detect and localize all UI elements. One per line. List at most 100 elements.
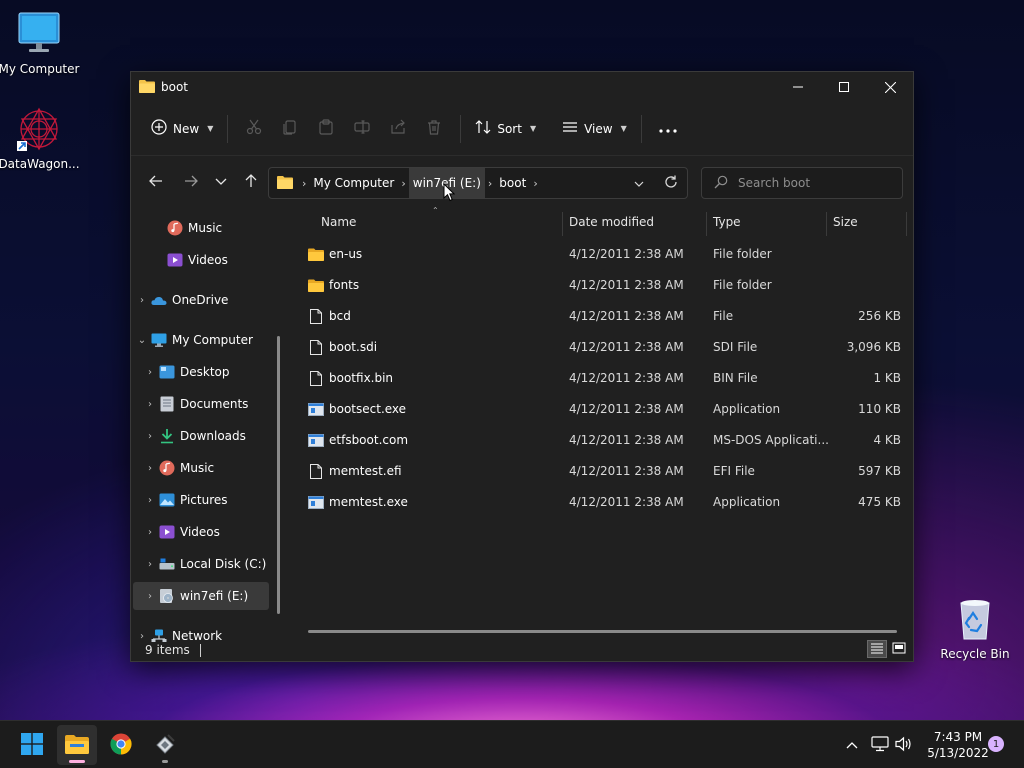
file-row[interactable]: boot.sdi 4/12/2011 2:38 AM SDI File 3,096 K… [303,333,903,361]
chevron-right-icon[interactable]: › [141,559,159,570]
breadcrumb-my-computer[interactable]: My Computer [309,168,398,198]
file-row[interactable]: bootfix.bin 4/12/2011 2:38 AM BIN File 1 KB [303,364,903,392]
file-row[interactable]: memtest.efi 4/12/2011 2:38 AM EFI File 597 … [303,457,903,485]
file-name: bootfix.bin [329,371,394,385]
network-status-button[interactable] [868,721,892,768]
chevron-right-icon[interactable]: › [141,527,159,538]
nav-item-label: Desktop [180,365,230,379]
desktop-icon-datawagon[interactable]: DataWagon... [0,105,81,171]
desktop-icon-recycle-bin[interactable]: Recycle Bin [933,595,1017,661]
taskbar-chrome[interactable] [101,725,141,765]
notification-badge[interactable]: 1 [988,736,1004,752]
chevron-right-icon[interactable]: › [141,495,159,506]
file-date-modified: 4/12/2011 2:38 AM [569,247,684,261]
file-row[interactable]: memtest.exe 4/12/2011 2:38 AM Application 4… [303,488,903,516]
nav-item-music[interactable]: › Music [133,454,269,482]
chevron-right-icon[interactable]: › [299,177,309,190]
column-header-size[interactable]: Size [833,215,858,229]
delete-button[interactable] [416,113,452,145]
address-bar[interactable]: › My Computer › win7efi (E:) › boot › [268,167,688,199]
column-header-name[interactable]: Name [321,215,356,229]
file-size: 4 KB [873,433,901,447]
rename-icon [354,119,370,138]
nav-item-desktop[interactable]: › Desktop [133,358,269,386]
file-name: boot.sdi [329,340,378,354]
running-app-indicator [162,760,168,763]
nav-item-music[interactable]: Music [133,214,269,242]
minimize-button[interactable] [775,72,821,102]
nav-item-documents[interactable]: › Documents [133,390,269,418]
rename-button[interactable] [344,113,380,145]
chevron-right-icon[interactable]: › [485,177,495,190]
forward-button[interactable] [176,167,206,197]
nav-item-downloads[interactable]: › Downloads [133,422,269,450]
copy-icon [282,119,298,138]
copy-button[interactable] [272,113,308,145]
chevron-right-icon[interactable]: › [398,177,408,190]
taskbar-app-tool[interactable] [145,725,185,765]
title-bar[interactable]: boot [131,72,913,102]
file-icon [307,370,325,386]
cut-button[interactable] [236,113,272,145]
new-label: New [173,121,200,136]
nav-item-onedrive[interactable]: › OneDrive [133,286,269,314]
search-box[interactable] [701,167,903,199]
nav-item-pictures[interactable]: › Pictures [133,486,269,514]
nav-pane-scrollbar[interactable] [277,336,280,614]
nav-item-label: My Computer [172,333,253,347]
nav-item-my-computer[interactable]: ⌄ My Computer [133,326,269,354]
tiles-view-button[interactable] [889,640,909,658]
new-button[interactable]: New ▼ [145,113,219,145]
file-row[interactable]: bcd 4/12/2011 2:38 AM File 256 KB [303,302,903,330]
sort-arrows-icon [475,119,491,138]
nav-item-videos[interactable]: Videos [133,246,269,274]
start-button[interactable] [12,725,52,765]
share-button[interactable] [380,113,416,145]
sort-button[interactable]: Sort ▼ [469,113,542,145]
chevron-right-icon[interactable]: › [530,177,540,190]
back-button[interactable] [141,167,171,197]
speaker-icon [895,736,913,755]
file-row[interactable]: en-us 4/12/2011 2:38 AM File folder [303,240,903,268]
chevron-right-icon[interactable]: › [141,591,159,602]
more-options-button[interactable] [650,113,686,145]
nav-item-local-disk[interactable]: › Local Disk (C:) [133,550,269,578]
maximize-button[interactable] [821,72,867,102]
column-header-type[interactable]: Type [713,215,741,229]
close-button[interactable] [867,72,913,102]
details-view-button[interactable] [867,640,887,658]
chevron-right-icon[interactable]: › [141,463,159,474]
exe-icon [307,401,325,417]
column-header-date-modified[interactable]: Date modified [569,215,654,229]
search-input[interactable] [738,176,888,190]
column-divider[interactable] [562,212,563,236]
file-row[interactable]: fonts 4/12/2011 2:38 AM File folder [303,271,903,299]
nav-item-label: Downloads [180,429,246,443]
up-button[interactable] [236,167,266,197]
column-divider[interactable] [706,212,707,236]
file-type: File folder [713,278,772,292]
refresh-button[interactable] [655,168,687,198]
chevron-right-icon[interactable]: › [141,399,159,410]
column-divider[interactable] [826,212,827,236]
view-button[interactable]: View ▼ [556,113,633,145]
chevron-down-icon[interactable]: ⌄ [133,335,151,346]
nav-item-videos[interactable]: › Videos [133,518,269,546]
show-hidden-icons-button[interactable] [840,721,864,768]
nav-item-win7efi[interactable]: › win7efi (E:) [133,582,269,610]
navigation-pane[interactable]: Music Videos › OneDrive ⌄ My Computer › … [131,208,281,642]
chevron-right-icon[interactable]: › [133,295,151,306]
column-divider[interactable] [906,212,907,236]
chevron-right-icon[interactable]: › [141,367,159,378]
file-row[interactable]: etfsboot.com 4/12/2011 2:38 AM MS-DOS Appl… [303,426,903,454]
paste-button[interactable] [308,113,344,145]
chevron-right-icon[interactable]: › [141,431,159,442]
file-row[interactable]: bootsect.exe 4/12/2011 2:38 AM Application… [303,395,903,423]
recent-locations-button[interactable] [206,167,236,197]
file-type: File [713,309,734,323]
taskbar-file-explorer[interactable] [57,725,97,765]
file-list-horizontal-scrollbar[interactable] [308,630,897,633]
address-history-button[interactable] [623,168,655,198]
desktop-icon-my-computer[interactable]: My Computer [0,10,81,76]
breadcrumb-boot[interactable]: boot [495,168,530,198]
